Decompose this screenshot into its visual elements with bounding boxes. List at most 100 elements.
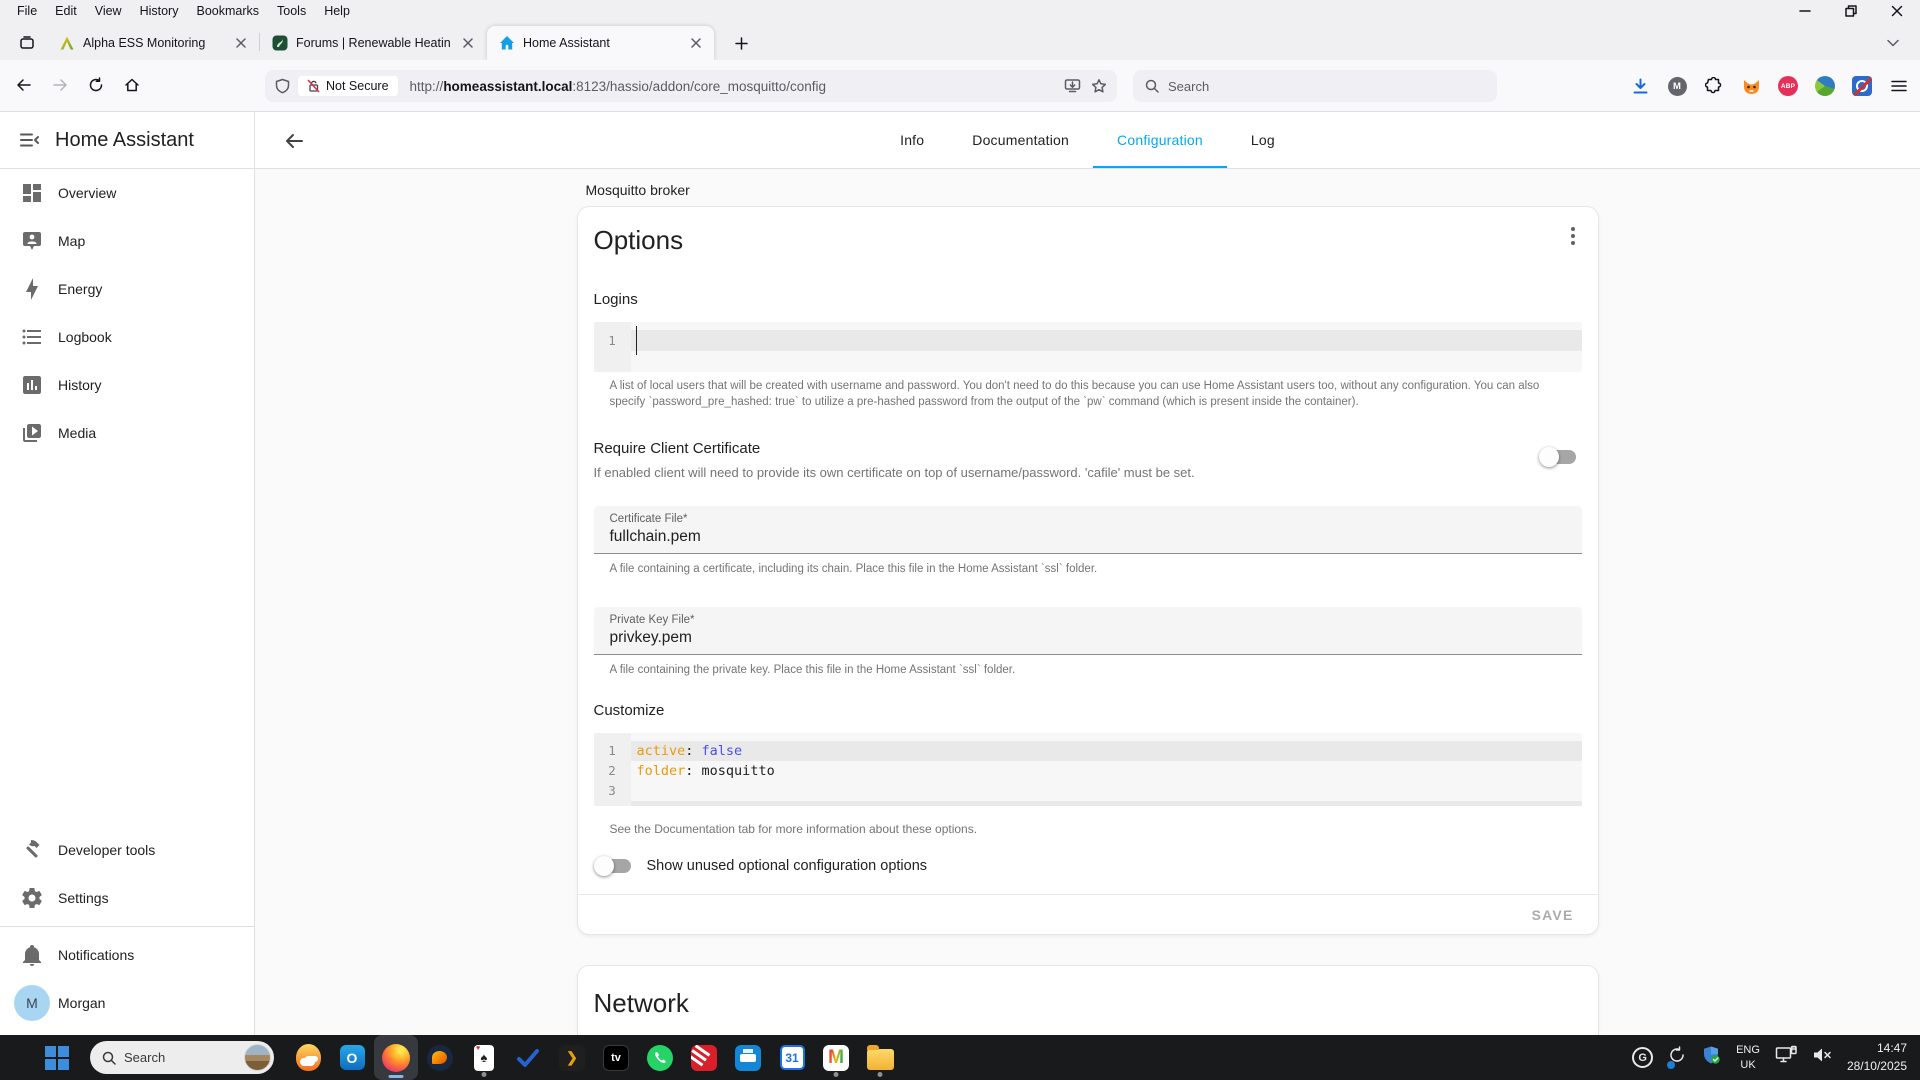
browser-tab-home-assistant[interactable]: Home Assistant bbox=[487, 26, 714, 60]
privacy-badger-button[interactable] bbox=[1740, 75, 1762, 97]
private-key-file-field[interactable]: Private Key File* privkey.pem bbox=[593, 607, 1582, 656]
tray-language-switcher[interactable]: ENG UK bbox=[1736, 1043, 1760, 1072]
adblock-plus-button[interactable]: ABP bbox=[1777, 75, 1799, 97]
save-button[interactable]: SAVE bbox=[1524, 903, 1582, 927]
sidebar-item-logbook[interactable]: Logbook bbox=[0, 313, 254, 361]
sidebar-item-map[interactable]: Map bbox=[0, 217, 254, 265]
sidebar-item-history[interactable]: History bbox=[0, 361, 254, 409]
taskbar-app-gmail[interactable]: M bbox=[814, 1035, 858, 1080]
alpha-ess-favicon bbox=[60, 36, 74, 50]
menu-view[interactable]: View bbox=[86, 3, 131, 19]
taskbar-app-whatsapp[interactable] bbox=[638, 1035, 682, 1080]
taskbar-app-solitaire[interactable]: ♠ bbox=[462, 1035, 506, 1080]
adblock-plus-icon: ABP bbox=[1778, 76, 1798, 96]
menu-tools[interactable]: Tools bbox=[268, 3, 315, 19]
tray-security-icon[interactable] bbox=[1701, 1045, 1721, 1070]
taskbar-app-red[interactable] bbox=[682, 1035, 726, 1080]
certificate-file-field[interactable]: Certificate File* fullchain.pem bbox=[593, 506, 1582, 555]
firefox-view-button[interactable] bbox=[12, 30, 42, 56]
editor-gutter: 1 bbox=[593, 322, 631, 372]
tray-volume-muted-icon[interactable] bbox=[1812, 1046, 1832, 1069]
tab-close-button[interactable] bbox=[458, 33, 478, 53]
addon-back-button[interactable] bbox=[279, 126, 309, 156]
tab-configuration[interactable]: Configuration bbox=[1093, 112, 1227, 168]
tray-network-icon[interactable] bbox=[1775, 1045, 1797, 1070]
address-bar[interactable]: Not Secure http://homeassistant.local:81… bbox=[265, 70, 1117, 102]
reload-button[interactable] bbox=[80, 69, 112, 101]
search-bar[interactable]: Search bbox=[1133, 70, 1497, 102]
browser-tab-forums[interactable]: Forums | Renewable Heating Hu bbox=[260, 26, 486, 60]
menu-bookmarks[interactable]: Bookmarks bbox=[187, 3, 268, 19]
taskbar-app-google-calendar[interactable]: 31 bbox=[770, 1035, 814, 1080]
puzzle-icon bbox=[1705, 77, 1722, 94]
window-close-button[interactable] bbox=[1874, 0, 1920, 22]
browser-tab-alpha-ess[interactable]: Alpha ESS Monitoring bbox=[47, 26, 259, 60]
tab-close-button[interactable] bbox=[686, 33, 706, 53]
sidebar-toggle-button[interactable] bbox=[17, 128, 41, 152]
hamburger-menu-icon bbox=[1891, 80, 1907, 92]
sidebar-item-media[interactable]: Media bbox=[0, 409, 254, 457]
window-minimize-button[interactable] bbox=[1782, 0, 1828, 22]
search-placeholder: Search bbox=[1168, 78, 1210, 94]
forward-button[interactable] bbox=[44, 69, 76, 101]
menu-file[interactable]: File bbox=[8, 3, 46, 19]
app-menu-button[interactable] bbox=[1888, 75, 1910, 97]
tab-close-button[interactable] bbox=[231, 33, 251, 53]
taskbar-app-firefox[interactable] bbox=[374, 1035, 418, 1080]
bookmark-star-icon[interactable] bbox=[1091, 78, 1107, 94]
extensions-button[interactable] bbox=[1703, 75, 1725, 97]
downloads-button[interactable] bbox=[1629, 75, 1651, 97]
dashboard-icon bbox=[20, 181, 44, 205]
shield-icon[interactable] bbox=[275, 78, 290, 94]
show-unused-options-toggle[interactable] bbox=[593, 856, 631, 877]
tab-log[interactable]: Log bbox=[1227, 112, 1299, 168]
taskbar-app-plex[interactable]: ❯ bbox=[550, 1035, 594, 1080]
new-tab-button[interactable] bbox=[728, 31, 754, 55]
taskbar-app-apple-tv[interactable]: tv bbox=[594, 1035, 638, 1080]
taskbar-app-printer[interactable] bbox=[726, 1035, 770, 1080]
require-cert-toggle[interactable] bbox=[1538, 447, 1576, 468]
menu-help[interactable]: Help bbox=[315, 3, 359, 19]
taskbar-app-todo[interactable] bbox=[506, 1035, 550, 1080]
sidebar-item-overview[interactable]: Overview bbox=[0, 169, 254, 217]
not-secure-chip[interactable]: Not Secure bbox=[298, 76, 398, 96]
idm-button[interactable] bbox=[1814, 75, 1836, 97]
home-button[interactable] bbox=[116, 69, 148, 101]
sidebar-item-developer-tools[interactable]: Developer tools bbox=[0, 826, 254, 874]
taskbar-app-file-explorer[interactable] bbox=[858, 1035, 902, 1080]
search-icon bbox=[102, 1051, 116, 1065]
tab-info[interactable]: Info bbox=[876, 112, 948, 168]
taskbar-app-thunderbird[interactable] bbox=[418, 1035, 462, 1080]
overflow-menu-button[interactable] bbox=[1560, 223, 1586, 249]
logins-editor[interactable]: 1 bbox=[593, 322, 1582, 372]
editor-padding bbox=[630, 801, 1582, 807]
logins-description: A list of local users that will be creat… bbox=[609, 380, 1540, 409]
tray-g-app-icon[interactable]: G bbox=[1632, 1047, 1654, 1068]
back-button[interactable] bbox=[8, 69, 40, 101]
url-scheme: http:// bbox=[409, 78, 444, 94]
menu-history[interactable]: History bbox=[131, 3, 188, 19]
list-all-tabs-button[interactable] bbox=[1880, 31, 1906, 55]
menu-edit[interactable]: Edit bbox=[46, 3, 86, 19]
taskbar-app-outlook[interactable]: O bbox=[330, 1035, 374, 1080]
folder-icon bbox=[866, 1045, 894, 1070]
plus-icon bbox=[734, 36, 748, 50]
save-page-icon[interactable] bbox=[1064, 78, 1081, 94]
addon-tabs: Info Documentation Configuration Log bbox=[876, 112, 1299, 168]
window-restore-button[interactable] bbox=[1828, 0, 1874, 22]
tab-documentation[interactable]: Documentation bbox=[948, 112, 1093, 168]
editor-gutter: 1 2 3 bbox=[593, 733, 631, 807]
sidebar-item-label: Notifications bbox=[58, 947, 135, 963]
sidebar-item-settings[interactable]: Settings bbox=[0, 874, 254, 922]
content-blocker-button[interactable] bbox=[1851, 75, 1873, 97]
sidebar-user-profile[interactable]: M Morgan bbox=[0, 979, 254, 1027]
taskbar-search[interactable]: Search bbox=[90, 1041, 274, 1074]
customize-editor[interactable]: 1 2 3 active: false folder: mosquitto bbox=[593, 733, 1582, 807]
tray-sync-icon[interactable] bbox=[1667, 1046, 1686, 1069]
account-button[interactable]: M bbox=[1666, 75, 1688, 97]
taskbar-app-weather[interactable] bbox=[286, 1035, 330, 1080]
start-button[interactable] bbox=[38, 1038, 76, 1078]
sidebar-item-energy[interactable]: Energy bbox=[0, 265, 254, 313]
sidebar-item-notifications[interactable]: Notifications bbox=[0, 931, 254, 979]
tray-clock[interactable]: 14:47 28/10/2025 bbox=[1847, 1040, 1907, 1075]
